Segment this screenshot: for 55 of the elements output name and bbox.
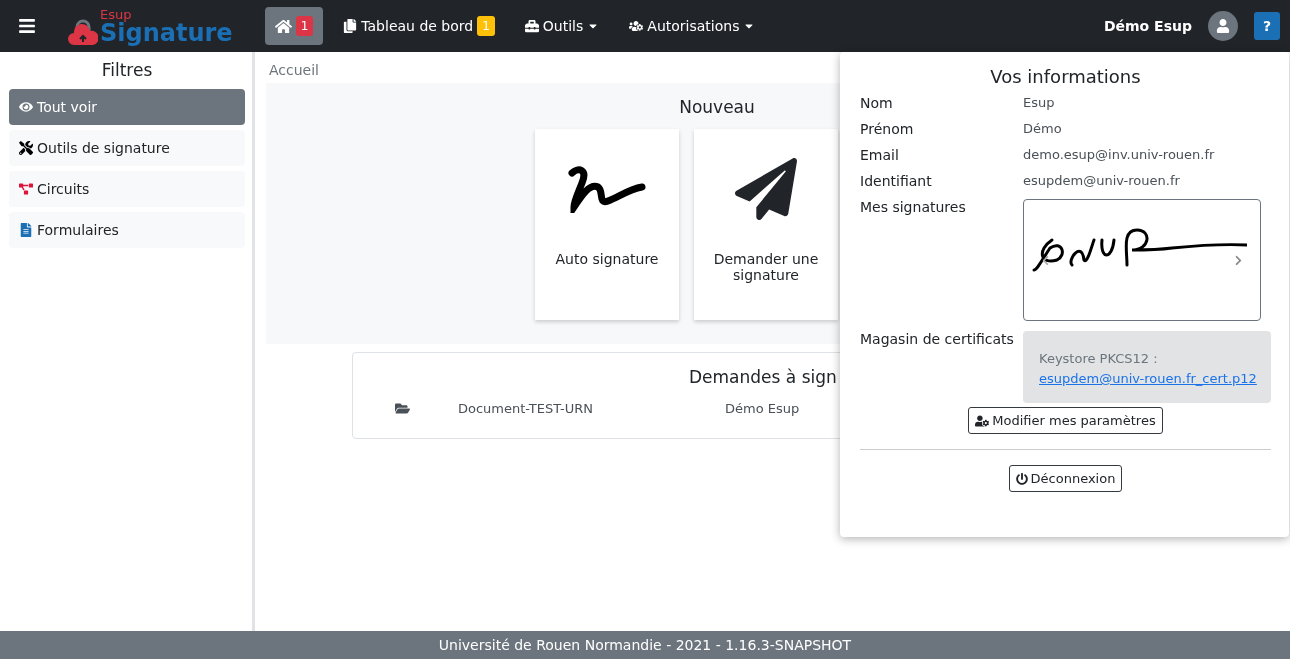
- menu-icon[interactable]: [18, 17, 36, 35]
- field-label: Identifiant: [860, 173, 933, 189]
- filter-item[interactable]: Formulaires: [9, 212, 245, 248]
- count-badge: 1: [477, 16, 495, 36]
- home-tab[interactable]: 1: [264, 7, 324, 45]
- field-value: demo.esup@inv.univ-rouen.fr: [1023, 147, 1216, 162]
- section-title: Nouveau: [678, 97, 756, 117]
- section-title: Demandes à sign: [688, 367, 838, 387]
- breadcrumb[interactable]: Accueil: [255, 52, 840, 83]
- certificate-link[interactable]: esupdem@univ-rouen.fr_cert.p12: [1039, 369, 1257, 390]
- action-card[interactable]: Demander une signature: [694, 129, 838, 320]
- count-badge: 1: [295, 16, 314, 36]
- user-gear-icon: [975, 413, 990, 428]
- field-label: Nom: [860, 95, 894, 111]
- nav-item[interactable]: Tableau de bord 1: [333, 7, 505, 45]
- eye-icon: [19, 100, 33, 114]
- document-name[interactable]: Document-TEST-URN: [458, 401, 725, 416]
- field-label: Magasin de certificats: [860, 331, 1015, 347]
- toolbox-icon: [524, 19, 539, 33]
- keystore-label: Keystore PKCS12 :: [1039, 350, 1159, 368]
- help-button[interactable]: ?: [1254, 12, 1280, 40]
- chevron-right-icon[interactable]: [1233, 255, 1244, 266]
- power-icon: [1015, 472, 1028, 485]
- popup-title: Vos informations: [989, 66, 1142, 87]
- document-icon: [19, 223, 33, 237]
- logo-subtitle: Esup: [100, 7, 133, 21]
- filter-item[interactable]: Circuits: [9, 171, 245, 207]
- field-value: Esup: [1023, 95, 1056, 110]
- signature-icon: [568, 165, 646, 213]
- filter-item[interactable]: Tout voir: [9, 89, 245, 125]
- copy-icon: [343, 19, 358, 33]
- field-label: Prénom: [860, 121, 915, 137]
- footer: Université de Rouen Normandie - 2021 - 1.16.3-SNAPSHOT: [0, 631, 1290, 659]
- tools-icon: [19, 141, 33, 155]
- field-label: Mes signatures: [860, 199, 967, 215]
- cloud-lock-icon: [68, 18, 98, 45]
- home-icon: [274, 17, 292, 35]
- creator-name: Démo Esup: [725, 401, 800, 416]
- field-value: Démo: [1023, 121, 1063, 136]
- action-card[interactable]: Auto signature: [535, 129, 679, 320]
- workflow-icon: [19, 182, 33, 196]
- field-label: Email: [860, 147, 900, 163]
- users-gear-icon: [629, 19, 644, 33]
- sidebar-title: Filtres: [100, 60, 154, 80]
- nav-item[interactable]: Autorisations: [619, 7, 766, 45]
- logout-button[interactable]: Déconnexion: [1008, 465, 1123, 493]
- field-value: esupdem@univ-rouen.fr: [1023, 173, 1181, 188]
- user-name[interactable]: Démo Esup: [1103, 18, 1192, 34]
- folder-icon: [395, 401, 410, 416]
- paper-plane-icon: [735, 158, 797, 220]
- nav-item[interactable]: Outils: [514, 7, 610, 45]
- chevron-left-icon[interactable]: [1040, 255, 1051, 266]
- filter-item[interactable]: Outils de signature: [9, 130, 245, 166]
- avatar[interactable]: [1208, 11, 1238, 41]
- settings-button[interactable]: Modifier mes paramètres: [968, 407, 1163, 435]
